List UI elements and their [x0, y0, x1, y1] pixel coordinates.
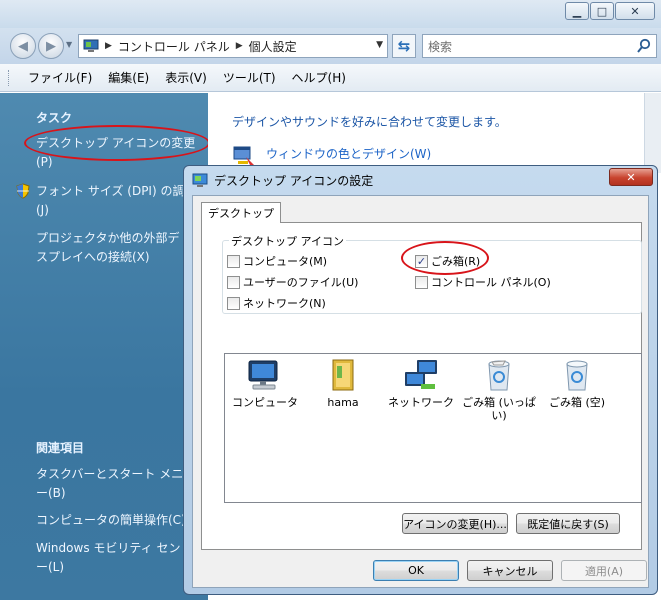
task-change-desktop-icons[interactable]: デスクトップ アイコンの変更 (P) — [36, 134, 208, 172]
checkbox-label: コンピュータ(M) — [243, 255, 328, 268]
menu-edit[interactable]: 編集(E) — [100, 69, 157, 86]
checkbox-box[interactable] — [227, 296, 240, 310]
breadcrumb-separator-icon: ▶ — [235, 41, 243, 51]
task-label: デスクトップ アイコンの変更 — [36, 136, 196, 150]
tab-desktop[interactable]: デスクトップ — [201, 202, 281, 223]
dialog-body: デスクトップ デスクトップ アイコン コンピュータ(M) ✓ ごみ箱(R) ユー… — [192, 195, 649, 588]
tab-panel: デスクトップ アイコン コンピュータ(M) ✓ ごみ箱(R) ユーザーのファイル… — [201, 222, 642, 550]
search-input[interactable]: 検索 — [422, 34, 657, 58]
breadcrumb-control-panel[interactable]: コントロール パネル — [118, 38, 230, 55]
menu-file[interactable]: ファイル(F) — [20, 69, 100, 86]
maximize-button[interactable]: □ — [590, 2, 614, 20]
back-button[interactable]: ◀ — [10, 33, 36, 59]
menu-bar: ファイル(F) 編集(E) 表示(V) ツール(T) ヘルプ(H) — [0, 64, 661, 92]
address-dropdown-icon[interactable]: ▼ — [376, 40, 383, 50]
cancel-button[interactable]: キャンセル — [467, 560, 553, 581]
checkbox-label: ネットワーク(N) — [243, 297, 326, 310]
checkmark-icon[interactable]: ✓ — [415, 254, 428, 268]
address-bar[interactable]: ▶ コントロール パネル ▶ 個人設定 ▼ — [78, 34, 388, 58]
minimize-button[interactable]: ▁ — [565, 2, 589, 20]
related-heading: 関連項目 — [36, 441, 85, 455]
forward-button[interactable]: ▶ — [38, 33, 64, 59]
computer-icon — [248, 360, 278, 390]
close-icon: ✕ — [630, 4, 640, 18]
icon-label: ネットワーク — [388, 396, 454, 409]
maximize-icon: □ — [596, 4, 608, 18]
content-scrollbar[interactable] — [644, 93, 661, 173]
refresh-icon: ⇆ — [397, 37, 411, 55]
checkbox-label: ユーザーのファイル(U) — [243, 276, 359, 289]
window-color-icon — [233, 146, 254, 165]
control-panel-icon — [83, 39, 99, 52]
search-placeholder: 検索 — [428, 39, 453, 54]
icon-label: ごみ箱 (空) — [548, 396, 606, 409]
checkbox-box[interactable] — [227, 275, 240, 289]
menu-tools[interactable]: ツール(T) — [215, 69, 284, 86]
recycle-bin-empty-icon — [566, 360, 588, 391]
breadcrumb-separator-icon: ▶ — [105, 41, 112, 51]
checkbox-label: コントロール パネル(O) — [431, 276, 551, 289]
desktop-icons-group: デスクトップ アイコン コンピュータ(M) ✓ ごみ箱(R) ユーザーのファイル… — [222, 233, 642, 314]
close-icon: ✕ — [626, 170, 636, 184]
minimize-icon: ▁ — [572, 4, 582, 18]
dialog-title: デスクトップ アイコンの設定 — [214, 174, 374, 188]
apply-button[interactable]: 適用(A) — [561, 560, 647, 581]
recent-pages-dropdown[interactable]: ▼ — [66, 40, 72, 49]
checkbox-user-files[interactable]: ユーザーのファイル(U) — [227, 274, 358, 290]
checkbox-recycle-bin[interactable]: ✓ ごみ箱(R) — [415, 253, 480, 269]
checkbox-box[interactable] — [415, 275, 428, 289]
breadcrumb-personalization[interactable]: 個人設定 — [249, 38, 297, 55]
network-icon — [405, 360, 437, 389]
recycle-bin-full-icon — [488, 360, 510, 391]
page-description: デザインやサウンドを好みに合わせて変更します。 — [232, 115, 507, 129]
search-icon[interactable] — [636, 38, 652, 54]
checkbox-label: ごみ箱(R) — [431, 255, 481, 268]
checkbox-computer[interactable]: コンピュータ(M) — [227, 253, 327, 269]
group-label: デスクトップ アイコン — [229, 233, 346, 249]
change-icon-button[interactable]: アイコンの変更(H)... — [402, 513, 508, 534]
tasks-heading: タスク — [36, 111, 73, 125]
icon-label: コンピュータ — [232, 396, 298, 409]
task-pane: タスク デスクトップ アイコンの変更 (P) フォント サイズ (DPI) の調… — [0, 93, 210, 600]
icon-item-user-folder[interactable]: hama — [305, 358, 381, 409]
restore-default-button[interactable]: 既定値に戻す(S) — [516, 513, 620, 534]
checkbox-network[interactable]: ネットワーク(N) — [227, 295, 326, 311]
close-button[interactable]: ✕ — [615, 2, 655, 20]
shield-icon — [16, 183, 30, 199]
ok-button[interactable]: OK — [373, 560, 459, 581]
desktop-icon-settings-dialog: デスクトップ アイコンの設定 ✕ デスクトップ デスクトップ アイコン コンピュ… — [183, 165, 658, 595]
icon-label: ごみ箱 (いっぱい) — [462, 396, 536, 422]
icon-label: hama — [327, 396, 359, 409]
dialog-titlebar[interactable]: デスクトップ アイコンの設定 ✕ — [184, 166, 657, 194]
menu-grip — [8, 70, 11, 86]
desktop-settings-icon — [192, 173, 208, 187]
checkbox-control-panel[interactable]: コントロール パネル(O) — [415, 274, 551, 290]
dialog-close-button[interactable]: ✕ — [609, 168, 653, 186]
forward-arrow-icon: ▶ — [46, 38, 56, 54]
icon-item-computer[interactable]: コンピュータ — [227, 358, 303, 409]
icon-item-network[interactable]: ネットワーク — [383, 358, 459, 409]
refresh-button[interactable]: ⇆ — [392, 34, 416, 58]
icon-list[interactable]: コンピュータ hama ネットワーク ごみ箱 (いっぱい) ごみ箱 (空) — [224, 353, 642, 503]
checkbox-box[interactable] — [227, 254, 240, 268]
icon-item-recycle-bin-full[interactable]: ごみ箱 (いっぱい) — [461, 358, 537, 422]
back-arrow-icon: ◀ — [18, 38, 28, 54]
user-folder-icon — [332, 359, 354, 391]
menu-view[interactable]: 表示(V) — [157, 69, 215, 86]
menu-help[interactable]: ヘルプ(H) — [284, 69, 354, 86]
icon-item-recycle-bin-empty[interactable]: ごみ箱 (空) — [539, 358, 615, 409]
window-titlebar: ▁ □ ✕ — [0, 0, 661, 28]
address-row: ◀ ▶ ▼ ▶ コントロール パネル ▶ 個人設定 ▼ ⇆ 検索 — [0, 28, 661, 64]
window-color-link[interactable]: ウィンドウの色とデザイン(W) — [266, 145, 431, 162]
